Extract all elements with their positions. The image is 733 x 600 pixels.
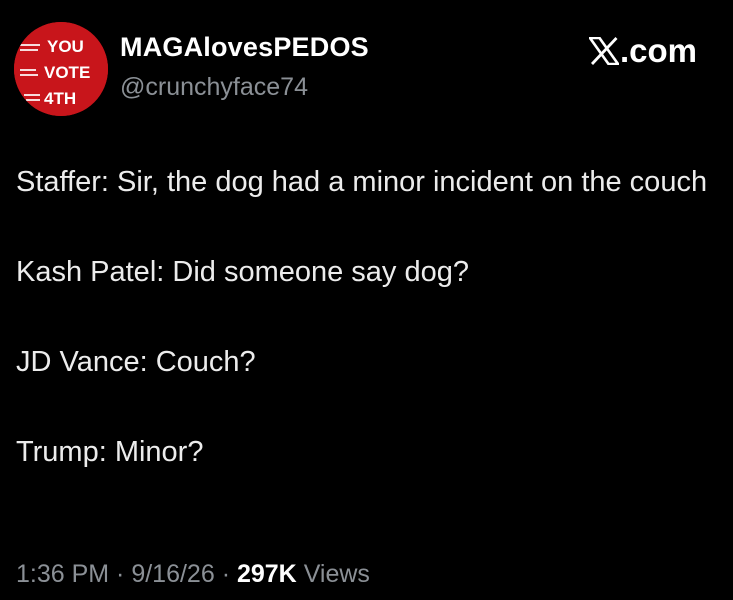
- tweet-date[interactable]: 9/16/26: [131, 560, 214, 588]
- user-handle[interactable]: @crunchyface74: [120, 73, 308, 102]
- x-logo-icon: [588, 37, 619, 65]
- avatar[interactable]: YOU VOTE 4TH: [14, 22, 108, 116]
- views-count: 297K: [236, 560, 297, 588]
- site-watermark: .com: [588, 32, 697, 70]
- tweet-line: Trump: Minor?: [16, 436, 204, 468]
- tweet-line: JD Vance: Couch?: [16, 346, 256, 378]
- tweet-time[interactable]: 1:36 PM: [16, 560, 109, 588]
- tweet-text: Staffer: Sir, the dog had a minor incide…: [16, 160, 716, 520]
- tweet-meta: 1:36 PM · 9/16/26 · 297K Views: [16, 560, 370, 589]
- views-label: Views: [303, 560, 370, 588]
- avatar-line-1: YOU: [47, 37, 84, 56]
- avatar-line-2: VOTE: [44, 63, 90, 82]
- tweet-line: Kash Patel: Did someone say dog?: [16, 256, 469, 288]
- meta-separator: ·: [109, 560, 132, 588]
- tweet-card: YOU VOTE 4TH MAGAlovesPEDOS @crunchyface…: [0, 0, 733, 600]
- display-name[interactable]: MAGAlovesPEDOS: [120, 32, 369, 63]
- site-label: .com: [619, 32, 697, 69]
- tweet-line: Staffer: Sir, the dog had a minor incide…: [16, 166, 708, 198]
- avatar-image: YOU VOTE 4TH: [14, 22, 108, 116]
- meta-separator: ·: [214, 560, 237, 588]
- avatar-line-3: 4TH: [44, 89, 76, 108]
